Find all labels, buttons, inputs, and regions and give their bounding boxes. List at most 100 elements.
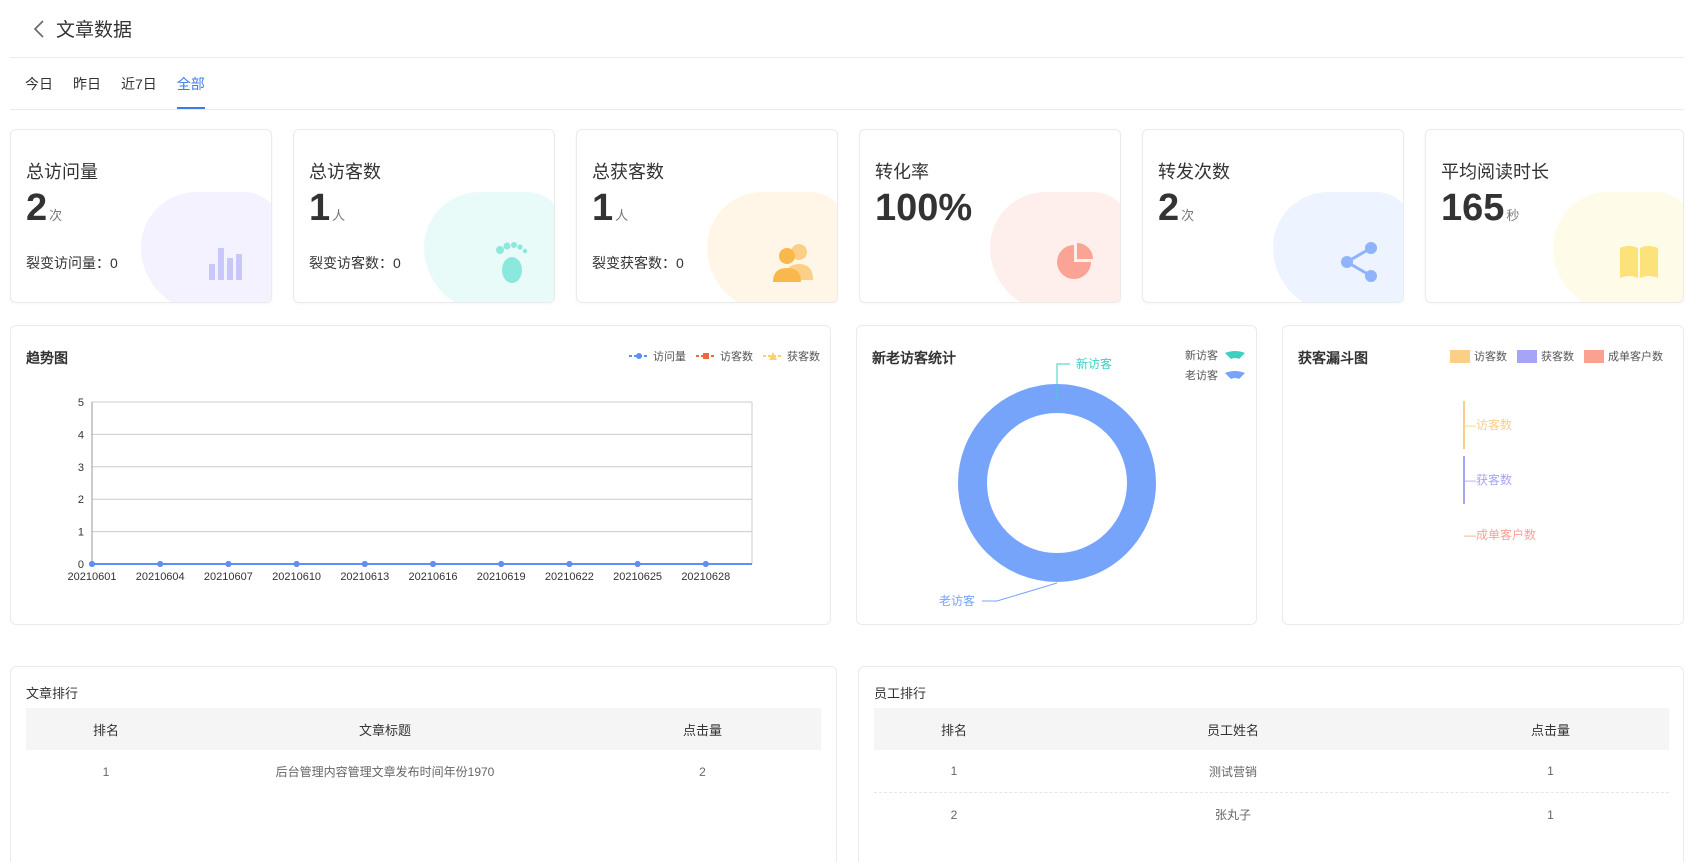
y-tick-label: 0: [78, 559, 84, 571]
stat-label: 总访问量: [26, 162, 98, 182]
stat-value: 2 次: [1158, 186, 1194, 230]
stat-unit: 次: [1181, 208, 1195, 223]
column-header-clicks: 点击量: [682, 722, 722, 738]
stat-value: 1 人: [592, 186, 628, 230]
data-point: [634, 561, 641, 567]
staff-rank-table: 排名 员工姓名 点击量 1 测试营销 1 2 张丸子 1: [874, 708, 1669, 836]
funnel-label: —获客数: [1464, 472, 1512, 487]
x-tick-label: 20210616: [409, 571, 458, 583]
share-icon: [1337, 240, 1381, 284]
funnel-chart: —访客数 —获客数 —成单客户数: [1463, 401, 1536, 542]
funnel-chart-panel: 获客漏斗图 访客数 获客数 成单客户数 —访客数 —获客数 —成单客户数: [1282, 325, 1684, 625]
y-tick-label: 5: [78, 397, 84, 409]
visitor-donut-chart: [958, 363, 1156, 602]
chevron-left-icon[interactable]: [28, 18, 50, 40]
page-title: 文章数据: [56, 20, 133, 41]
data-point: [293, 561, 300, 567]
visitor-stats-panel: 新老访客统计 新访客 老访客 新访客 老访客: [856, 325, 1257, 625]
stat-number: 1: [592, 187, 614, 229]
tab-today[interactable]: 今日: [25, 60, 53, 110]
cell-name: 张丸子: [1214, 808, 1251, 822]
column-header-rank: 排名: [940, 722, 967, 738]
stat-card-total-visits: 总访问量 2 次 裂变访问量：0: [10, 129, 272, 303]
cell-rank: 1: [102, 764, 110, 779]
x-tick-label: 20210610: [272, 571, 321, 583]
article-rank-panel: 文章排行 排名 文章标题 点击量 1 后台管理内容管理文章发布时间年份1970 …: [10, 666, 837, 862]
data-point: [225, 561, 232, 567]
stat-card-share-count: 转发次数 2 次: [1142, 129, 1404, 303]
x-tick-label: 20210622: [545, 571, 594, 583]
column-header-title: 文章标题: [358, 722, 411, 738]
stat-card-conversion-rate: 转化率 100%: [859, 129, 1121, 303]
article-rank-table: 排名 文章标题 点击量 1 后台管理内容管理文章发布时间年份1970 2: [26, 708, 821, 793]
cell-name: 测试营销: [1208, 764, 1257, 779]
stat-number: 165: [1441, 187, 1505, 229]
funnel-label: —访客数: [1464, 417, 1512, 432]
cell-clicks: 1: [1547, 807, 1554, 822]
staff-rank-title: 员工排行: [874, 686, 927, 701]
x-tick-label: 20210619: [477, 571, 526, 583]
stat-unit: 人: [332, 208, 346, 223]
trend-chart-panel: 趋势图 访问量 访客数 获客数 0 1 2 3 4 5 20210601 20210604 20…: [10, 325, 831, 625]
table-row[interactable]: 1 测试营销 1: [874, 750, 1669, 793]
stat-value: 165 秒: [1441, 186, 1519, 230]
pie-icon: [1054, 240, 1098, 284]
x-tick-label: 20210607: [204, 571, 253, 583]
stat-sub: 裂变获客数：0: [592, 255, 684, 271]
y-tick-label: 4: [78, 429, 84, 441]
table-row[interactable]: 1 后台管理内容管理文章发布时间年份1970 2: [26, 750, 821, 793]
data-point: [157, 561, 164, 567]
date-range-tabs: 今日 昨日 近7日 全部: [10, 60, 1684, 110]
stat-unit: 次: [49, 208, 63, 223]
stat-unit: 秒: [1506, 208, 1520, 223]
trend-chart: 0 1 2 3 4 5 20210601 20210604 20210607 20210610 20…: [68, 397, 753, 583]
x-tick-label: 20210628: [681, 571, 730, 583]
tab-yesterday[interactable]: 昨日: [73, 60, 101, 110]
cell-title: 后台管理内容管理文章发布时间年份1970: [275, 765, 495, 779]
stat-card-total-leads: 总获客数 1 人 裂变获客数：0: [576, 129, 838, 303]
stat-card-total-visitors: 总访客数 1 人 裂变访客数：0: [293, 129, 555, 303]
x-tick-label: 20210625: [613, 571, 662, 583]
page-header: 文章数据: [10, 0, 1684, 58]
stat-label: 总获客数: [592, 162, 664, 182]
x-tick-label: 20210613: [340, 571, 389, 583]
label-line-old: [982, 582, 1058, 602]
stat-value: 2 次: [26, 186, 62, 230]
bar-chart-icon: [205, 240, 249, 284]
cell-clicks: 1: [1547, 764, 1554, 778]
stat-label: 转化率: [875, 162, 929, 182]
x-tick-label: 20210601: [68, 571, 117, 583]
donut-label-new: 新访客: [1076, 357, 1113, 371]
donut-slice-old-visitors: [958, 384, 1156, 582]
tab-all[interactable]: 全部: [176, 60, 205, 110]
stat-value: 1 人: [309, 186, 345, 230]
donut-label-old: 老访客: [939, 594, 976, 608]
users-icon: [771, 240, 815, 284]
staff-rank-panel: 员工排行 排名 员工姓名 点击量 1 测试营销 1 2 张丸子 1: [858, 666, 1684, 862]
stat-number: 100%: [875, 187, 973, 229]
data-point: [566, 561, 573, 567]
stat-label: 总访客数: [309, 162, 381, 182]
stat-unit: 人: [615, 208, 629, 223]
cell-clicks: 2: [699, 764, 706, 779]
data-point: [89, 561, 95, 567]
stat-card-avg-read-time: 平均阅读时长 165 秒: [1425, 129, 1684, 303]
table-header: 排名 文章标题 点击量: [26, 708, 821, 750]
stat-label: 转发次数: [1158, 162, 1230, 182]
book-icon: [1617, 240, 1661, 284]
cell-rank: 2: [950, 807, 958, 822]
page: 文章数据 今日 昨日 近7日 全部 总访问量 2 次 裂变访问量：0 总访客数 …: [0, 0, 1694, 862]
y-tick-label: 1: [78, 527, 84, 539]
y-tick-label: 3: [78, 462, 84, 474]
data-point: [361, 561, 368, 567]
stat-sub: 裂变访客数：0: [309, 255, 401, 271]
y-tick-label: 2: [78, 494, 84, 506]
footprint-icon: [488, 240, 532, 284]
stat-number: 2: [26, 187, 48, 229]
tab-last-7-days[interactable]: 近7日: [121, 60, 157, 110]
data-point: [702, 561, 709, 567]
stat-number: 2: [1158, 187, 1180, 229]
stat-sub: 裂变访问量：0: [26, 255, 118, 271]
table-row[interactable]: 2 张丸子 1: [874, 793, 1669, 836]
funnel-label: —成单客户数: [1464, 527, 1536, 542]
